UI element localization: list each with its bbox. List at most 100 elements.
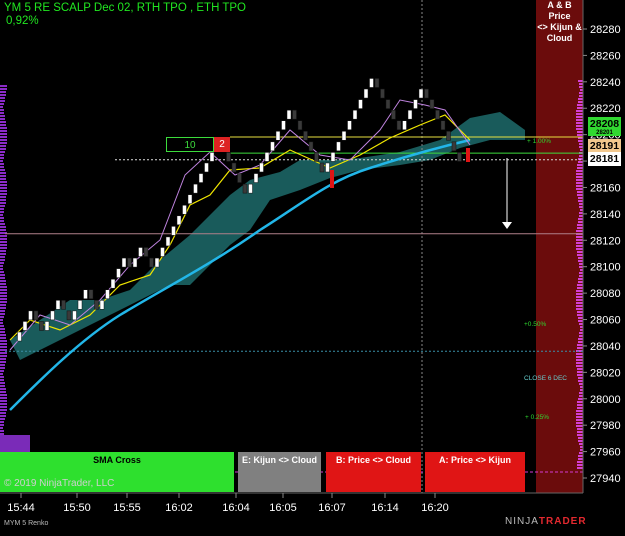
volume-bar-right (577, 284, 583, 286)
price-tag-entry: 28191 (588, 139, 621, 153)
volume-bar-right (579, 395, 583, 397)
renko-brick-down (424, 88, 429, 99)
volume-bar-right (576, 182, 583, 184)
price-cloud-label: B: Price <> Cloud (335, 455, 412, 465)
volume-bar-right (579, 383, 583, 385)
renko-brick-down (440, 120, 446, 130)
renko-brick-up (270, 141, 275, 152)
order-quantity-box[interactable]: 10 (166, 137, 214, 152)
renko-brick-up (358, 99, 363, 109)
volume-bar-left (0, 409, 7, 411)
renko-brick-up (44, 321, 50, 331)
volume-bar-left (0, 244, 7, 246)
renko-brick-up (264, 152, 270, 162)
volume-bar-right (577, 287, 583, 289)
price-kijun-panel[interactable]: A: Price <> Kijun (425, 452, 525, 492)
volume-bar-left (0, 397, 7, 399)
volume-bar-right (577, 104, 583, 106)
volume-bar-right (576, 239, 583, 241)
volume-bar-left (0, 334, 6, 336)
chart-area[interactable]: 2828028260282402822028200281802816028140… (0, 0, 625, 531)
volume-bar-right (579, 323, 583, 325)
renko-brick-up (160, 247, 165, 257)
volume-bar-left (0, 130, 7, 132)
kijun-cloud-label: E: Kijun <> Cloud (241, 455, 317, 465)
volume-bar-left (0, 427, 3, 429)
volume-bar-left (0, 136, 7, 138)
renko-brick-up (110, 278, 116, 289)
volume-bar-right (577, 107, 583, 109)
volume-bar-left (0, 160, 3, 162)
renko-brick-up (204, 162, 209, 173)
volume-bar-left (0, 274, 5, 276)
renko-brick-up (165, 236, 171, 247)
volume-bar-right (576, 359, 583, 361)
volume-bar-left (0, 139, 7, 141)
renko-brick-down (380, 88, 385, 99)
volume-bar-left (0, 310, 5, 312)
volume-bar-right (576, 188, 583, 190)
volume-bar-left (0, 235, 7, 237)
renko-brick-signal (466, 148, 470, 162)
renko-brick-down (242, 183, 248, 194)
pct-label-025: + 0.25% (525, 414, 550, 421)
renko-brick-down (303, 131, 308, 141)
volume-bar-right (576, 362, 583, 364)
volume-bar-left (0, 163, 4, 165)
volume-bar-right (576, 119, 583, 121)
renko-brick-up (286, 109, 292, 120)
volume-bar-left (0, 280, 6, 282)
volume-bar-left (0, 238, 7, 240)
volume-bar-left (0, 307, 6, 309)
volume-bar-right (578, 98, 583, 100)
renko-brick-down (94, 300, 99, 310)
renko-brick-down (88, 289, 94, 300)
price-tick-label: 28280 (590, 24, 621, 36)
price-cloud-panel[interactable]: B: Price <> Cloud (326, 452, 421, 492)
volume-bar-right (577, 434, 583, 436)
volume-bar-right (576, 170, 583, 172)
renko-brick-up (275, 131, 281, 141)
renko-brick-down (66, 310, 72, 321)
volume-bar-right (577, 191, 583, 193)
volume-bar-right (577, 194, 583, 196)
volume-bar-right (576, 242, 583, 244)
volume-bar-left (0, 256, 5, 258)
renko-brick-up (248, 183, 253, 194)
volume-bar-right (576, 422, 583, 424)
volume-bar-left (0, 169, 5, 171)
volume-bar-left (0, 283, 6, 285)
volume-bar-right (576, 179, 583, 181)
volume-bar-left (0, 337, 6, 339)
volume-bar-right (577, 344, 583, 346)
volume-bar-right (576, 365, 583, 367)
volume-bar-right (578, 218, 583, 220)
volume-bar-right (576, 305, 583, 307)
renko-brick-up (209, 152, 215, 162)
volume-bar-right (579, 203, 583, 205)
renko-brick-up (341, 131, 347, 141)
volume-bar-right (577, 347, 583, 349)
price-tick-label: 28160 (590, 182, 621, 194)
volume-bar-right (579, 272, 583, 274)
volume-bar-right (578, 101, 583, 103)
order-stop-box[interactable]: 2 (214, 137, 230, 152)
renko-brick-up (253, 173, 259, 183)
volume-bar-right (578, 455, 583, 457)
price-tick-label: 27960 (590, 447, 621, 459)
volume-bar-right (578, 338, 583, 340)
renko-brick-down (143, 247, 149, 257)
kijun-cloud-panel[interactable]: E: Kijun <> Cloud (238, 452, 321, 492)
volume-bar-left (0, 88, 7, 90)
volume-bar-right (579, 95, 583, 97)
renko-brick-down (231, 162, 237, 173)
volume-bar-right (578, 437, 583, 439)
renko-brick-up (22, 321, 28, 331)
renko-brick-up (407, 109, 413, 120)
volume-bar-right (576, 248, 583, 250)
price-tick-label: 28000 (590, 394, 621, 406)
time-tick-label: 16:07 (318, 502, 346, 514)
renko-brick-up (50, 310, 55, 321)
volume-bar-right (577, 431, 583, 433)
volume-bar-right (578, 221, 583, 223)
